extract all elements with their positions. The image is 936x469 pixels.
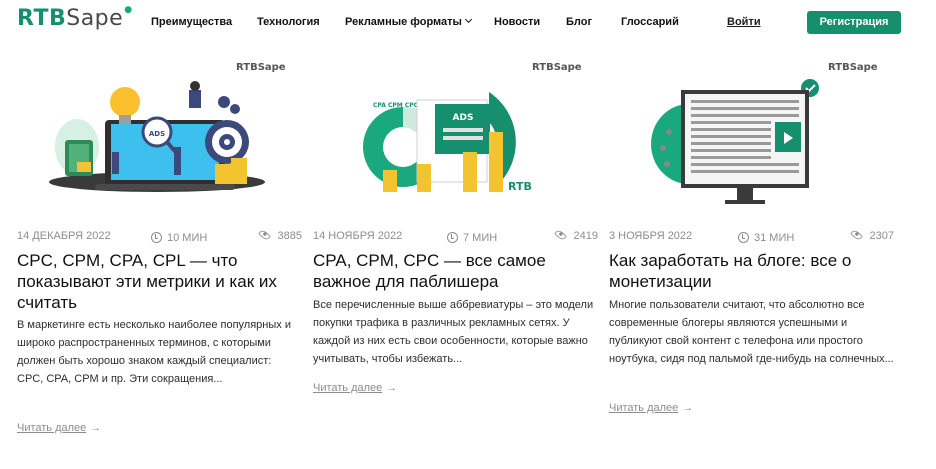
cpa-cpm-illustration: CPA CPM CPC CPT ADS RTB	[363, 92, 532, 193]
nav-item-glossary[interactable]: Глоссарий	[621, 16, 679, 28]
nav-item-ad-formats-label: Рекламные форматы	[345, 16, 462, 28]
register-button[interactable]: Регистрация	[807, 11, 901, 34]
article-image[interactable]: ADS RTBSape	[17, 52, 302, 217]
image-rtb-text: RTB	[508, 180, 532, 193]
nav-item-ad-formats[interactable]: Рекламные форматы	[345, 15, 472, 28]
article-date: 14 декабря 2022	[17, 230, 111, 242]
logo-part-rtb: RTB	[17, 6, 67, 31]
read-time-value: 31 МИН	[754, 232, 795, 244]
read-more-label: Читать далее	[17, 422, 87, 434]
views-value: 2419	[573, 230, 598, 242]
image-logo: RTBSape	[236, 62, 286, 73]
nav-item-blog[interactable]: Блог	[566, 16, 592, 28]
article-image[interactable]: RTBSape	[609, 52, 894, 217]
article-description: В маркетинге есть несколько наиболее поп…	[17, 319, 291, 385]
blog-card-2: CPA CPM CPC CPT ADS RTB RTBSape 14 ноябр…	[313, 52, 598, 394]
image-logo: RTBSape	[828, 62, 878, 73]
article-date: 3 ноября 2022	[609, 230, 693, 242]
read-time: 10 МИН	[151, 230, 207, 244]
blog-card-1: ADS RTBSape 14 декабря 2022 10 МИН 3885 …	[17, 52, 302, 434]
read-more-label: Читать далее	[313, 382, 383, 394]
image-ads-text: ADS	[453, 113, 474, 123]
read-more-label: Читать далее	[609, 402, 679, 414]
read-time-value: 7 МИН	[463, 232, 498, 244]
read-more-link[interactable]: Читать далее →	[17, 422, 101, 434]
image-ads-text: ADS	[149, 130, 165, 138]
login-link[interactable]: Войти	[727, 16, 761, 28]
article-meta: 14 декабря 2022 10 МИН 3885	[17, 228, 302, 246]
article-title[interactable]: CPC, CPM, CPA, CPL — что показывают эти …	[17, 250, 302, 313]
read-time: 31 МИН	[738, 230, 794, 244]
article-title[interactable]: Как заработать на блоге: все о монетизац…	[609, 250, 894, 292]
article-image[interactable]: CPA CPM CPC CPT ADS RTB RTBSape	[313, 52, 598, 217]
eye-icon	[257, 228, 271, 242]
article-date: 14 ноября 2022	[313, 230, 403, 242]
views-value: 2307	[869, 230, 894, 242]
clock-icon	[151, 232, 162, 243]
views-count: 2307	[849, 228, 894, 242]
logo-part-sape: Sape	[66, 6, 124, 31]
arrow-right-icon: →	[90, 422, 102, 434]
blog-card-3: RTBSape 3 ноября 2022 31 МИН 2307 Как за…	[609, 52, 894, 414]
blog-monetization-illustration	[651, 79, 819, 204]
arrow-right-icon: →	[386, 382, 398, 394]
logo-dot-icon: ●	[124, 5, 133, 15]
eye-icon	[553, 228, 567, 242]
views-count: 2419	[553, 228, 598, 242]
article-description: Многие пользователи считают, что абсолют…	[609, 299, 894, 365]
eye-icon	[849, 228, 863, 242]
article-meta: 14 ноября 2022 7 МИН 2419	[313, 228, 598, 246]
nav-item-news[interactable]: Новости	[494, 16, 540, 28]
image-logo: RTBSape	[532, 62, 582, 73]
read-time: 7 МИН	[447, 230, 497, 244]
site-logo[interactable]: RTBSape●	[17, 5, 133, 31]
article-meta: 3 ноября 2022 31 МИН 2307	[609, 228, 894, 246]
views-count: 3885	[257, 228, 302, 242]
chevron-down-icon	[464, 15, 472, 24]
arrow-right-icon: →	[682, 402, 694, 414]
clock-icon	[447, 232, 458, 243]
marketing-metrics-illustration: ADS	[49, 81, 265, 192]
article-description: Все перечисленные выше аббревиатуры – эт…	[313, 299, 594, 365]
views-value: 3885	[277, 230, 302, 242]
read-time-value: 10 МИН	[167, 232, 208, 244]
nav-item-technology[interactable]: Технология	[257, 16, 320, 28]
nav-item-advantages[interactable]: Преимущества	[151, 16, 232, 28]
site-header: RTBSape● Преимущества Технология Рекламн…	[0, 0, 936, 44]
clock-icon	[738, 232, 749, 243]
article-title[interactable]: CPA, CPM, CPC — все самое важное для паб…	[313, 250, 598, 292]
read-more-link[interactable]: Читать далее →	[609, 402, 693, 414]
read-more-link[interactable]: Читать далее →	[313, 382, 397, 394]
